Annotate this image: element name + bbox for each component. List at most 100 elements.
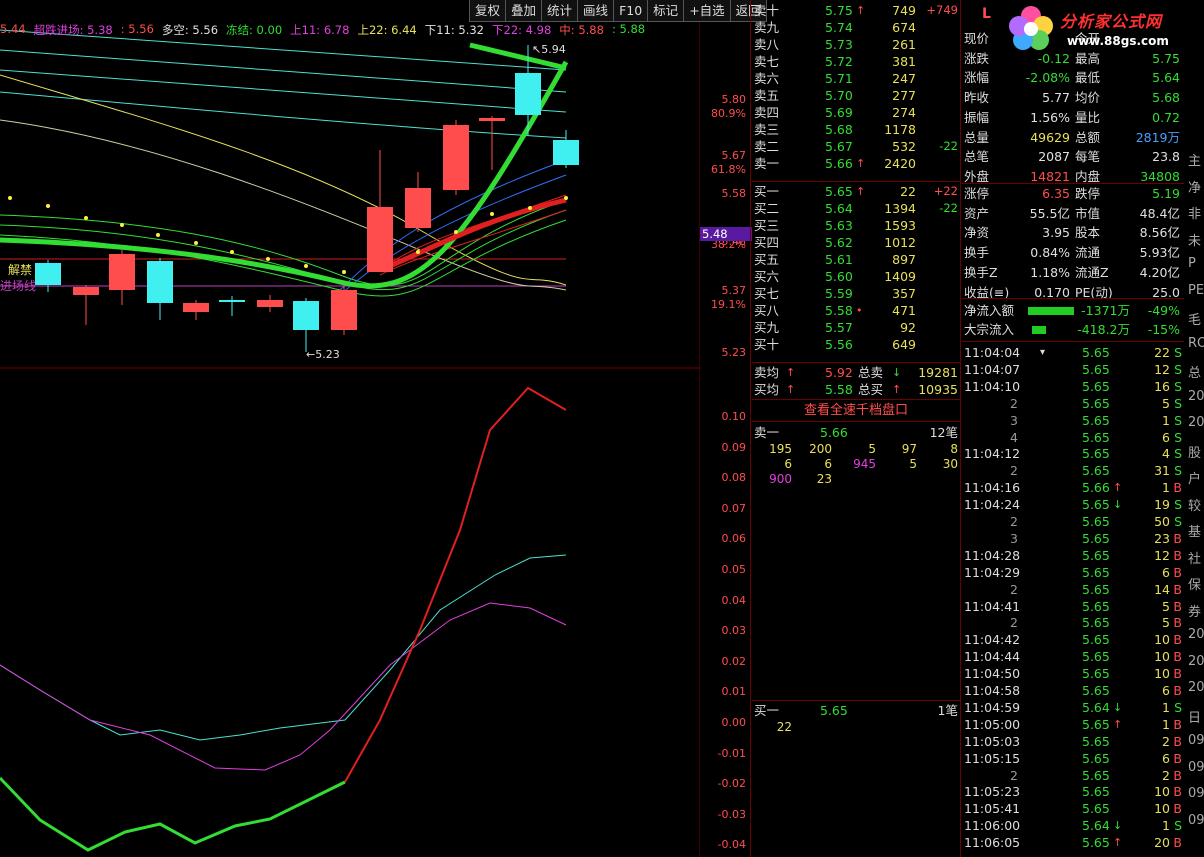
queue-order: 30: [942, 457, 958, 471]
book-volume: 277: [892, 88, 916, 103]
ma-line: [0, 69, 567, 113]
book-row[interactable]: 卖三 5.68 1178: [752, 121, 960, 138]
tick-side: S: [1174, 497, 1182, 513]
toolbar-button-3[interactable]: 画线: [577, 0, 615, 22]
tick-row: 11:04:16 5.66 ↑ 1 B: [962, 479, 1184, 496]
queue-price: 5.66: [820, 425, 848, 440]
high-marker: ↖5.94: [532, 43, 566, 56]
total-arrow: ↑: [892, 383, 902, 396]
truncated-label: RO: [1188, 335, 1204, 351]
book-price: 5.57: [825, 320, 853, 335]
tick-volume: 1: [1162, 818, 1170, 834]
queue-order: 6: [784, 457, 792, 471]
toolbar-button-4[interactable]: F10: [613, 0, 649, 22]
tick-side: S: [1174, 699, 1182, 715]
tick-volume: 2: [1162, 767, 1170, 783]
tick-volume: 6: [1162, 429, 1170, 445]
tick-side: B: [1173, 581, 1182, 597]
osc-tick: 0.01: [721, 685, 747, 699]
osc-tick: 0.09: [721, 440, 747, 454]
tick-row: 2 5.65 50 S: [962, 513, 1184, 530]
book-row[interactable]: 买六 5.60 1409: [752, 268, 960, 285]
tick-arrow: ↓: [1113, 819, 1123, 833]
quote-label: 昨收: [964, 90, 990, 106]
book-row[interactable]: 买九 5.57 92: [752, 319, 960, 336]
tick-row: 3 5.65 1 S: [962, 412, 1184, 429]
tick-price: 5.65: [1082, 463, 1110, 479]
book-change: +749: [926, 3, 958, 17]
tick-row: 2 5.65 31 S: [962, 462, 1184, 479]
tick-volume: 10: [1154, 784, 1170, 800]
total-value: 10935: [918, 382, 958, 397]
toolbar-button-5[interactable]: 标记: [647, 0, 685, 22]
book-row[interactable]: 买十 5.56 649: [752, 336, 960, 353]
book-row[interactable]: 卖九 5.74 674: [752, 19, 960, 36]
book-row[interactable]: 卖四 5.69 274: [752, 104, 960, 121]
quote-label: 总额: [1075, 129, 1101, 145]
book-price: 5.62: [825, 235, 853, 250]
toolbar-button-0[interactable]: 复权: [469, 0, 507, 22]
book-arrow: ↑: [856, 185, 866, 198]
tick-side: B: [1173, 666, 1182, 682]
quote-value: 5.68: [1152, 90, 1180, 106]
avg-value: 5.92: [825, 365, 853, 380]
truncated-label: 较: [1188, 498, 1202, 514]
tick-time: 11:05:03: [964, 733, 1021, 749]
oscillator-line: [0, 554, 567, 741]
tick-time: 3: [1010, 530, 1018, 546]
tick-row: 2 5.65 2 B: [962, 767, 1184, 784]
kline-chart[interactable]: ↖5.94 ←5.23 解禁进场线: [0, 0, 700, 857]
book-row[interactable]: 买二 5.64 1394 -22: [752, 200, 960, 217]
book-row[interactable]: 买四 5.62 1012: [752, 234, 960, 251]
tick-side: B: [1173, 480, 1182, 496]
book-volume: 2420: [884, 156, 916, 171]
queue-count: 1笔: [937, 703, 958, 718]
book-price: 5.61: [825, 252, 853, 267]
quote-value: 23.8: [1152, 149, 1180, 165]
toolbar-button-6[interactable]: +自选: [683, 0, 731, 22]
quote-row: 资产 55.5亿 市值 48.4亿: [962, 204, 1184, 223]
tick-row: 2 5.65 14 B: [962, 581, 1184, 598]
book-row[interactable]: 买三 5.63 1593: [752, 217, 960, 234]
tick-side: S: [1174, 514, 1182, 529]
book-row[interactable]: 买七 5.59 357: [752, 285, 960, 302]
book-row[interactable]: 买五 5.61 897: [752, 251, 960, 268]
truncated-label: 09: [1188, 759, 1204, 775]
book-row[interactable]: 卖七 5.72 381: [752, 53, 960, 70]
candle-body: [443, 125, 469, 190]
tick-price: 5.66: [1082, 480, 1110, 496]
depth-book-button[interactable]: 查看全速千档盘口: [752, 401, 960, 421]
truncated-label: P: [1188, 256, 1196, 271]
tick-side: S: [1174, 463, 1182, 479]
tick-volume: 2: [1162, 733, 1170, 749]
quote-label: 现价: [964, 31, 990, 46]
tick-volume: 50: [1154, 514, 1170, 529]
book-price: 5.75: [825, 3, 853, 18]
toolbar-button-1[interactable]: 叠加: [505, 0, 543, 22]
book-row[interactable]: 卖二 5.67 532 -22: [752, 138, 960, 155]
quote-divider: [962, 298, 1184, 299]
tick-price: 5.65: [1082, 683, 1110, 698]
tick-price: 5.65: [1082, 514, 1110, 529]
book-row[interactable]: 卖十 5.75 ↑ 749 +749: [752, 2, 960, 19]
tick-arrow: ↑: [1113, 836, 1123, 850]
osc-tick: 0.06: [721, 532, 747, 546]
tick-price: 5.65: [1082, 666, 1110, 682]
osc-tick: -0.04: [717, 838, 746, 852]
book-row[interactable]: 买一 5.65 ↑ 22 +22: [752, 183, 960, 200]
truncated-side-column: 主净非未 P PE 毛 RO 总 20 20 股户较基社保券 20 20 20 日 09 09 09 09: [1186, 0, 1204, 857]
book-row[interactable]: 卖六 5.71 247: [752, 70, 960, 87]
book-row[interactable]: 卖五 5.70 277: [752, 87, 960, 104]
quote-row: 涨停 6.35 跌停 5.19: [962, 184, 1184, 203]
book-row[interactable]: 卖一 5.66 ↑ 2420: [752, 155, 960, 172]
book-row[interactable]: 买八 5.58 • 471: [752, 302, 960, 319]
tick-time: 2: [1010, 463, 1018, 479]
tick-time: 11:04:12: [964, 446, 1021, 462]
candle-body: [405, 188, 431, 228]
toolbar-button-2[interactable]: 统计: [541, 0, 579, 22]
book-row[interactable]: 卖八 5.73 261: [752, 36, 960, 53]
tick-side: B: [1173, 767, 1182, 783]
quote-label: 净资: [964, 225, 990, 241]
tick-time: 11:04:58: [964, 683, 1021, 698]
tick-row: 2 5.65 5 B: [962, 614, 1184, 631]
